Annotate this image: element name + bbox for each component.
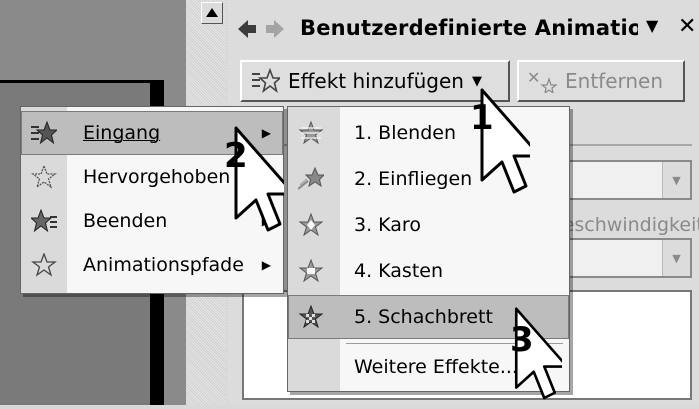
submenu-item-label: 3. Karo <box>354 214 421 236</box>
callout-cursor-2: 2 <box>224 118 296 242</box>
emphasis-star-icon <box>31 165 57 189</box>
speed-label: Geschwindigkeit: <box>548 214 699 236</box>
submenu-item-box[interactable]: 4. Kasten <box>288 249 569 293</box>
menu-item-motion-paths[interactable]: Animationspfade ▶ <box>21 243 283 287</box>
submenu-item-label: 5. Schachbrett <box>354 306 493 328</box>
blinds-icon <box>298 121 324 145</box>
task-pane-title: Benutzerdefinierte Animation <box>300 16 638 40</box>
scroll-up-icon <box>206 8 218 17</box>
submenu-item-label: 4. Kasten <box>354 260 444 282</box>
close-icon[interactable]: ✕ <box>678 14 696 39</box>
submenu-item-diamond[interactable]: 3. Karo <box>288 203 569 247</box>
callout-cursor-1: 1 <box>470 80 542 204</box>
back-arrow-icon[interactable] <box>236 18 258 40</box>
exit-star-icon <box>31 209 57 233</box>
callout-number: 2 <box>224 136 248 176</box>
entrance-star-icon <box>31 121 57 145</box>
box-icon <box>298 259 324 283</box>
slide-border <box>0 80 160 83</box>
submenu-item-label: 2. Einfliegen <box>354 168 473 190</box>
checkerboard-icon <box>298 213 324 237</box>
menu-item-label: Eingang <box>83 122 161 144</box>
add-effect-label: Effekt hinzufügen <box>288 69 464 93</box>
chevron-down-icon: ▼ <box>672 173 681 187</box>
chessboard-icon <box>298 305 324 329</box>
motion-path-star-icon <box>31 253 57 277</box>
menu-item-label: Hervorgehoben <box>83 166 231 188</box>
task-pane-dropdown-icon[interactable]: ▼ <box>646 16 658 35</box>
remove-label: Entfernen <box>565 69 664 93</box>
submenu-arrow-icon: ▶ <box>261 258 271 272</box>
remove-button: ✕ Entfernen <box>517 60 685 102</box>
callout-cursor-3: 3 <box>502 300 569 409</box>
submenu-item-label: 1. Blenden <box>354 122 457 144</box>
fly-in-icon <box>298 167 324 190</box>
callout-number: 1 <box>470 98 494 138</box>
menu-item-label: Animationspfade <box>83 254 244 276</box>
add-effect-star-icon <box>252 68 280 94</box>
submenu-item-label: Weitere Effekte... <box>354 356 518 378</box>
forward-arrow-icon[interactable] <box>264 18 286 40</box>
callout-number: 3 <box>510 320 534 360</box>
menu-item-label: Beenden <box>83 210 168 232</box>
scroll-up-button[interactable] <box>201 2 223 24</box>
remove-icon: ✕ <box>527 69 557 93</box>
chevron-down-icon: ▼ <box>672 251 681 265</box>
